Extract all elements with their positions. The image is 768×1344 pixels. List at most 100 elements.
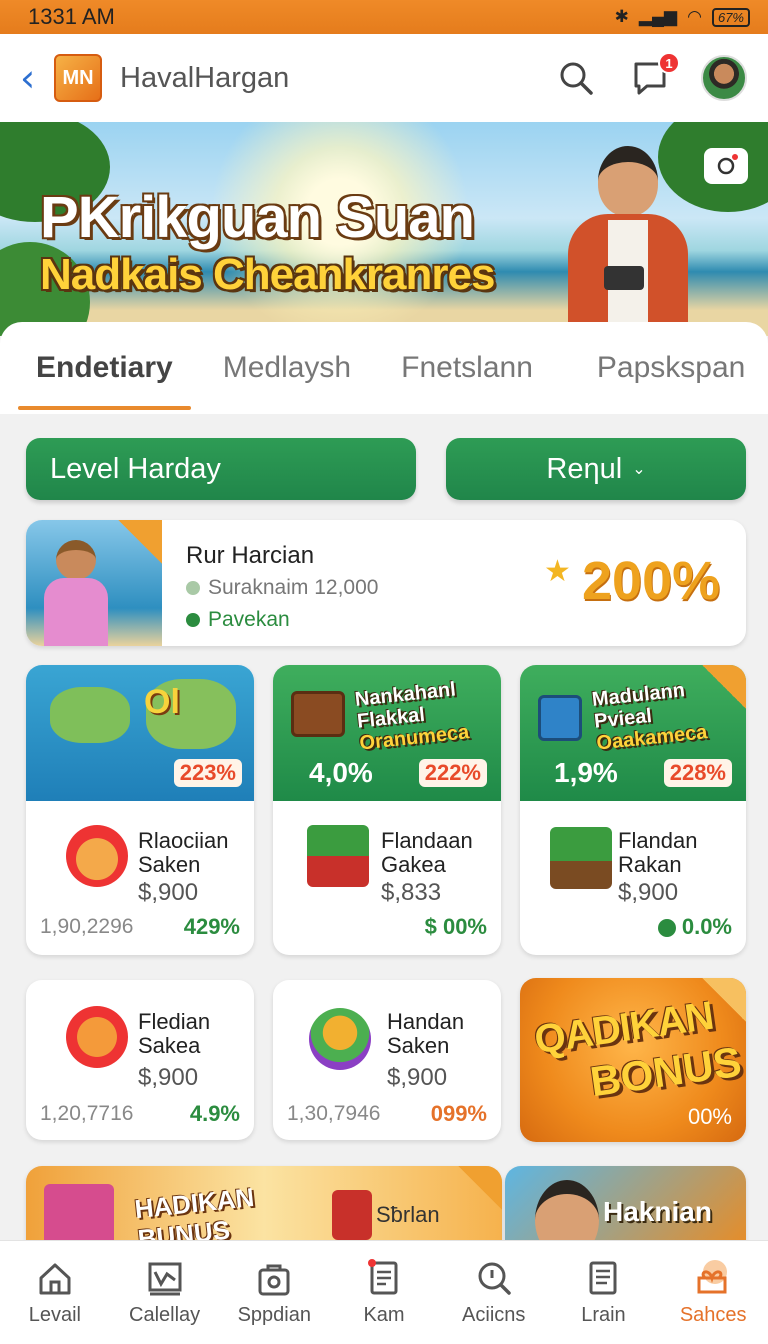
item-price: $,900 <box>138 1064 199 1091</box>
item-percent: 0.0% <box>657 914 732 940</box>
item-card[interactable]: Handan Saken $,900 1,30,7946 099% <box>273 980 501 1140</box>
bluetooth-icon: ✱ <box>614 7 629 26</box>
banner-title: PKrikguan Suan <box>40 185 475 250</box>
signal-icon: ▂▄▆ <box>638 7 678 26</box>
item-stats: 1,30,7946 099% <box>273 1096 501 1132</box>
nav-label: Calellay <box>129 1304 201 1326</box>
item-percent: 429% <box>183 914 240 939</box>
tab-endetiary[interactable]: Endetiary <box>18 322 191 414</box>
item-price: $,900 <box>138 879 199 906</box>
home-icon <box>39 1263 71 1295</box>
nav-item-kam[interactable]: Kam <box>329 1241 439 1344</box>
item-stats: $ 00% <box>273 909 501 945</box>
status-bar: 1331 AM ✱ ▂▄▆ ◠ 67% <box>0 0 768 34</box>
level-filter-label: Level Harday <box>50 452 221 485</box>
item-stats: 1,20,7716 4.9% <box>26 1096 254 1132</box>
nav-label: Sppdian <box>237 1304 311 1326</box>
featured-tag: Pavekan <box>186 608 290 632</box>
nav-item-levail[interactable]: Levail <box>0 1241 110 1344</box>
list-icon <box>589 1261 617 1295</box>
featured-subtitle-text: Suraknaim 12,000 <box>208 576 379 599</box>
item-count: 1,30,7946 <box>287 1102 381 1125</box>
app-header: ‹ MN HavalHargan 1 <box>0 34 768 122</box>
clock: 1331 AM <box>28 4 115 29</box>
promo-rate-primary: 1,9% <box>554 757 618 788</box>
notification-button[interactable]: 1 <box>626 52 680 102</box>
item-name: Rlaociian Saken <box>138 828 229 877</box>
promo-label: Sƀrlan <box>376 1202 440 1227</box>
dot-icon <box>186 581 200 596</box>
featured-percent: 200% <box>582 551 721 611</box>
category-tabs: Endetiary Medlaysh Fnetslann Papskspan <box>0 322 768 414</box>
nav-label: Levail <box>28 1304 81 1326</box>
world-map-image: Ol 223% <box>26 665 254 801</box>
bonus-card[interactable]: QADIKAN BONUS 00% <box>520 978 746 1142</box>
promo-rate-primary: 4,0% <box>309 757 373 788</box>
item-price: $,833 <box>381 879 442 906</box>
level-filter-button[interactable]: Level Harday <box>26 438 416 500</box>
tab-fnetslann[interactable]: Fnetslann <box>383 322 551 414</box>
app-title: HavalHargan <box>120 61 290 94</box>
featured-name: Rur Harcian <box>186 542 315 569</box>
bottom-nav: Levail Calellay Sppdian Kam Aciicns Lrai… <box>0 1240 768 1344</box>
banner-subtitle: Nadkais Cheankranres <box>40 250 495 299</box>
item-percent: $ 00% <box>424 914 487 939</box>
gift-box-icon <box>307 825 369 887</box>
promo-label: Haknian <box>603 1196 712 1227</box>
promo-rate: 223% <box>173 759 242 787</box>
character-icon <box>66 1006 128 1068</box>
item-price: $,900 <box>618 879 679 906</box>
star-icon: ★ <box>544 555 571 588</box>
search-icon[interactable] <box>552 54 600 102</box>
nav-item-calellay[interactable]: Calellay <box>110 1241 220 1344</box>
nav-label: Aciicns <box>462 1304 526 1326</box>
item-count: 1,20,7716 <box>40 1102 134 1125</box>
item-percent: 4.9% <box>189 1101 240 1126</box>
item-name: Flandaan Gakea <box>381 828 473 877</box>
promo-rate-secondary: 222% <box>418 759 487 787</box>
item-name: Flandan Rakan <box>618 828 698 877</box>
corner-ribbon <box>458 1166 502 1210</box>
promo-rate-secondary: 228% <box>663 759 732 787</box>
nav-item-lrain[interactable]: Lrain <box>549 1241 659 1344</box>
gift-icon <box>332 1190 372 1240</box>
hero-banner[interactable]: PKrikguan Suan Nadkais Cheankranres <box>0 122 768 336</box>
chevron-down-icon: ⌄ <box>632 461 646 478</box>
featured-subtitle: Suraknaim 12,000 <box>186 576 378 600</box>
item-percent: 099% <box>430 1101 487 1126</box>
chest-icon <box>550 827 612 889</box>
app-logo: MN <box>54 54 102 102</box>
nav-item-sppdian[interactable]: Sppdian <box>219 1241 329 1344</box>
battery-indicator: 67% <box>711 7 750 27</box>
back-icon[interactable]: ‹ <box>20 56 54 100</box>
item-card[interactable]: Ol 223% Rlaociian Saken $,900 1,90,2296 4… <box>26 665 254 955</box>
refresh-icon <box>657 919 676 938</box>
search-icon <box>478 1262 511 1295</box>
nav-item-sahces[interactable]: Sahces <box>658 1241 768 1344</box>
gift-icon <box>697 1260 728 1294</box>
sort-dropdown[interactable]: Reƞul ⌄ <box>446 438 746 500</box>
notification-badge: 1 <box>658 52 680 74</box>
item-card[interactable]: Madulann Pvieal Oaakameca 1,9% 228% Flanda… <box>520 665 746 955</box>
item-name: Fledian Sakea <box>138 1009 211 1058</box>
wifi-icon: ◠ <box>687 7 702 26</box>
featured-card[interactable]: Rur Harcian Suraknaim 12,000 Pavekan ★ 2… <box>26 520 746 646</box>
featured-image <box>26 520 162 646</box>
item-name: Handan Saken <box>387 1009 465 1058</box>
corner-ribbon <box>118 520 162 564</box>
profile-button[interactable] <box>700 54 748 102</box>
tab-medlaysh[interactable]: Medlaysh <box>205 322 369 414</box>
character-illustration <box>568 136 688 336</box>
tab-papskspan[interactable]: Papskspan <box>579 322 763 414</box>
item-card[interactable]: Fledian Sakea $,900 1,20,7716 4.9% <box>26 980 254 1140</box>
item-card[interactable]: Nankahanl Flakkal Oranumeca 4,0% 222% Flan… <box>273 665 501 955</box>
featured-tag-text: Pavekan <box>208 608 290 631</box>
item-count: 1,90,2296 <box>40 915 134 938</box>
nav-item-aciicns[interactable]: Aciicns <box>439 1241 549 1344</box>
map-label: Ol <box>144 683 180 721</box>
bonus-percent: 00% <box>687 1104 732 1129</box>
nav-label: Kam <box>363 1304 405 1326</box>
camera-icon[interactable] <box>704 148 748 184</box>
sort-label: Reƞul <box>546 452 623 485</box>
bag-icon <box>258 1264 290 1296</box>
